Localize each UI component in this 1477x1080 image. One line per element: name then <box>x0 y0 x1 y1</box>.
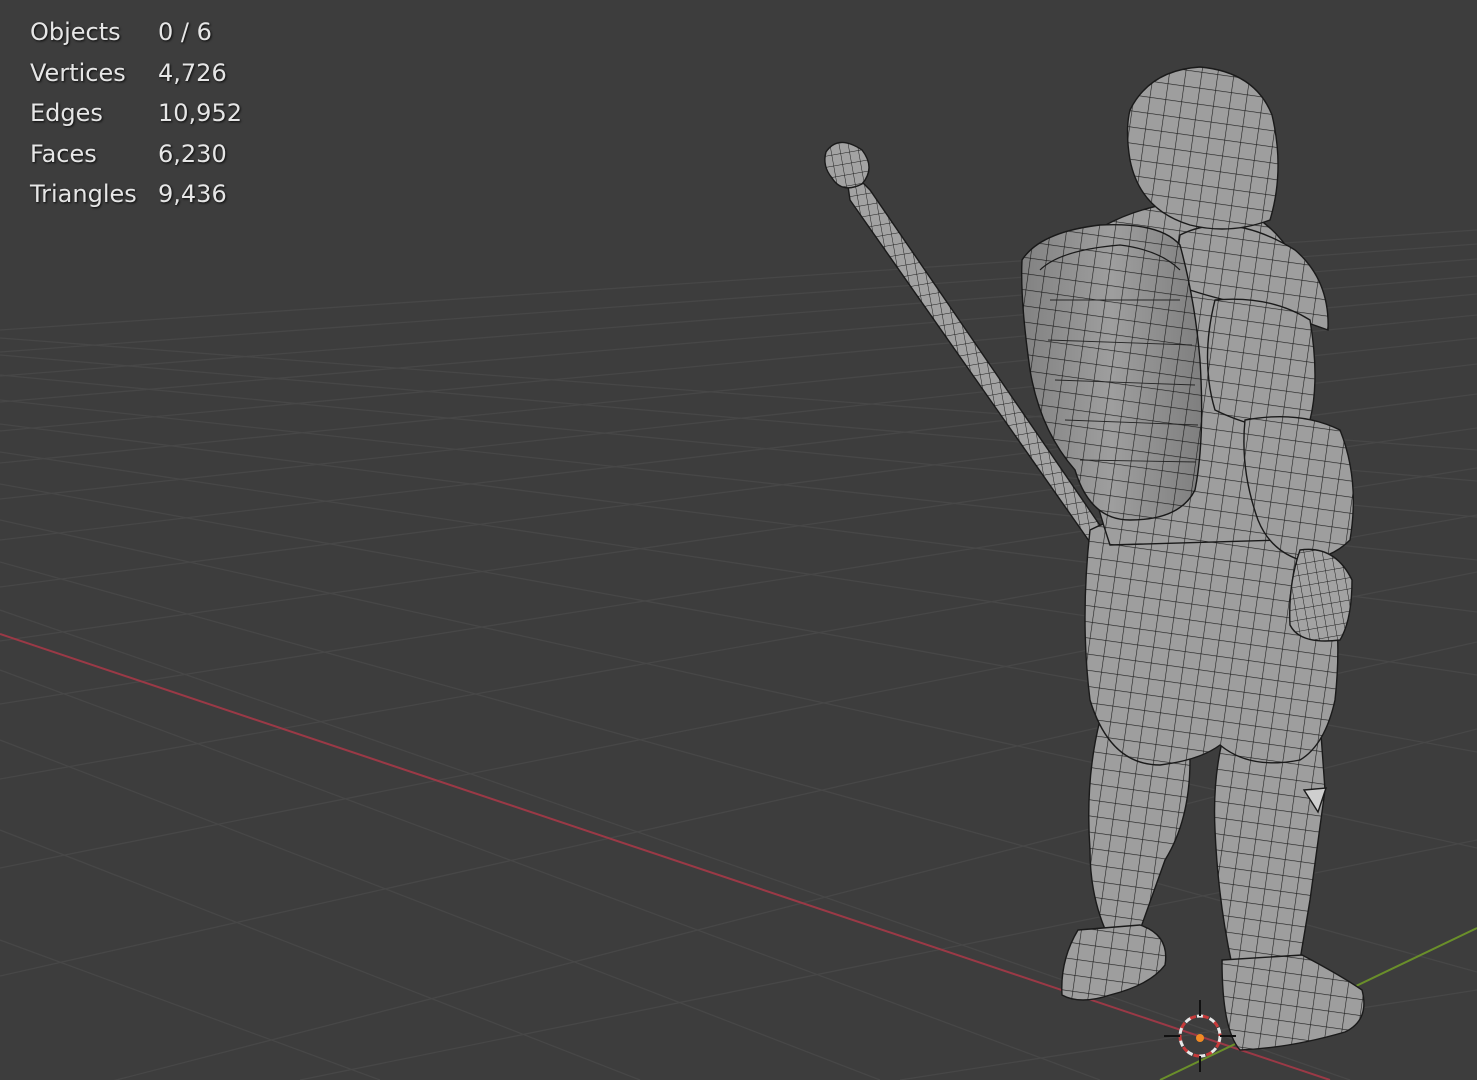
stat-row-faces: Faces 6,230 <box>30 134 242 175</box>
stat-label: Edges <box>30 99 103 127</box>
stat-row-edges: Edges 10,952 <box>30 93 242 134</box>
stat-value: 4,726 <box>158 58 227 87</box>
stat-value: 10,952 <box>158 99 242 127</box>
stat-value: 9,436 <box>158 180 227 208</box>
stat-value: 6,230 <box>158 139 227 168</box>
stat-row-triangles: Triangles 9,436 <box>30 174 242 215</box>
origin-dot <box>1196 1034 1204 1042</box>
3d-viewport[interactable]: Objects 0 / 6 Vertices 4,726 Edges 10,95… <box>0 0 1477 1080</box>
scene-statistics-overlay: Objects 0 / 6 Vertices 4,726 Edges 10,95… <box>30 12 242 215</box>
stat-label: Triangles <box>30 180 137 208</box>
character-mesh <box>824 66 1365 1051</box>
stat-row-objects: Objects 0 / 6 <box>30 12 242 53</box>
stat-label: Faces <box>30 139 97 168</box>
stat-label: Vertices <box>30 58 126 87</box>
stat-value: 0 / 6 <box>158 18 212 46</box>
stat-row-vertices: Vertices 4,726 <box>30 53 242 94</box>
stat-label: Objects <box>30 18 121 46</box>
